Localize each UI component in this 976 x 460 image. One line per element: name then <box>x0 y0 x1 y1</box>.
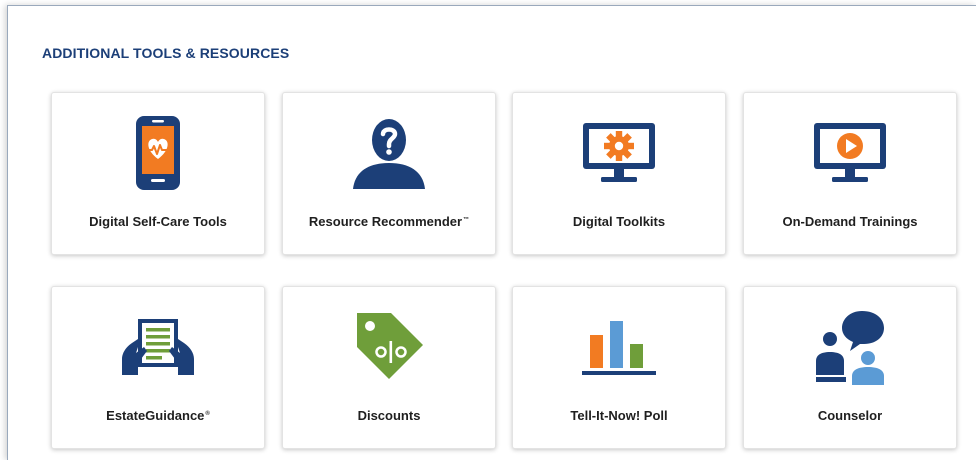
tools-panel: ADDITIONAL TOOLS & RESOURCES Digital Sel… <box>7 5 976 460</box>
card-label: Discounts <box>357 408 421 423</box>
bar-chart-icon <box>513 309 725 385</box>
monitor-play-icon <box>744 115 956 191</box>
section-title: ADDITIONAL TOOLS & RESOURCES <box>42 45 290 61</box>
card-discounts[interactable]: Discounts <box>282 286 496 449</box>
hands-document-icon <box>52 309 264 385</box>
tools-grid: Digital Self-Care Tools Resource Recomme… <box>51 92 957 449</box>
person-question-icon <box>283 115 495 191</box>
monitor-gear-icon <box>513 115 725 191</box>
card-digital-self-care-tools[interactable]: Digital Self-Care Tools <box>51 92 265 255</box>
card-label: Resource Recommender™ <box>308 214 470 229</box>
trademark-mark: ™ <box>463 216 470 223</box>
card-label: On-Demand Trainings <box>782 214 918 229</box>
percent-tag-icon <box>283 309 495 385</box>
card-digital-toolkits[interactable]: Digital Toolkits <box>512 92 726 255</box>
card-label: Digital Toolkits <box>572 214 666 229</box>
phone-heart-icon <box>52 115 264 191</box>
card-resource-recommender[interactable]: Resource Recommender™ <box>282 92 496 255</box>
card-estateguidance[interactable]: EstateGuidance® <box>51 286 265 449</box>
card-label: Counselor <box>817 408 883 423</box>
card-label: Digital Self-Care Tools <box>89 214 227 229</box>
card-label: EstateGuidance® <box>106 408 210 423</box>
registered-mark: ® <box>205 410 210 417</box>
card-counselor[interactable]: Counselor <box>743 286 957 449</box>
card-tell-it-now-poll[interactable]: Tell-It-Now! Poll <box>512 286 726 449</box>
card-on-demand-trainings[interactable]: On-Demand Trainings <box>743 92 957 255</box>
counselor-chat-icon <box>744 309 956 385</box>
card-label: Tell-It-Now! Poll <box>570 408 668 423</box>
